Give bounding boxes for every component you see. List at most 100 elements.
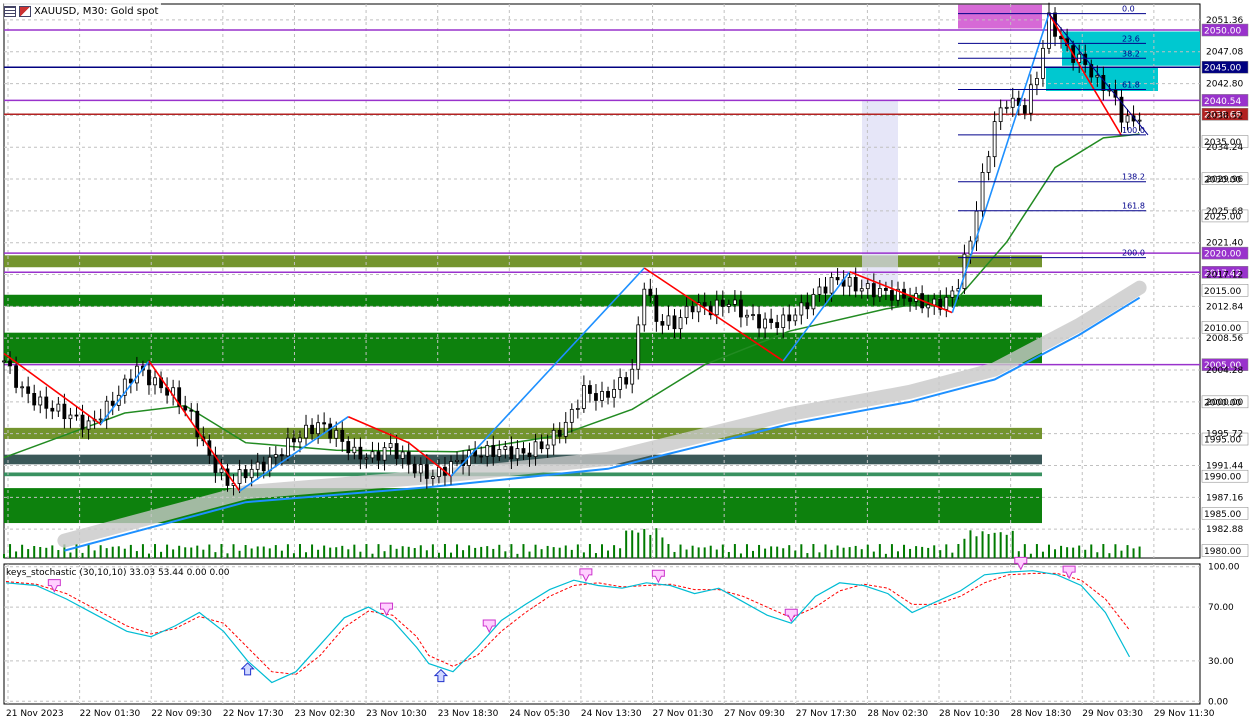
stoch-tick-label: 0.00 xyxy=(1208,697,1228,707)
time-tick-label: 22 Nov 01:30 xyxy=(80,709,141,719)
sell-arrow-icon xyxy=(651,569,665,584)
price-label: 2020.00 xyxy=(1204,250,1241,260)
volume-bar xyxy=(431,544,434,558)
candle-body xyxy=(835,277,840,281)
volume-bar xyxy=(75,544,78,558)
candle-body xyxy=(877,287,882,298)
candle-body xyxy=(285,437,290,457)
price-tick-label: 1995.72 xyxy=(1206,430,1243,440)
candle-body xyxy=(1107,89,1112,92)
volume-bar xyxy=(896,551,899,558)
candle-body xyxy=(68,414,73,420)
volume-bar xyxy=(752,550,755,558)
candle-body xyxy=(865,283,870,290)
sell-arrow-icon xyxy=(47,579,61,593)
candle-body xyxy=(110,400,115,406)
price-tick-label: 2025.68 xyxy=(1206,207,1243,217)
candle-body xyxy=(1004,106,1009,109)
candle-body xyxy=(642,288,647,326)
price-tick-label: 1991.44 xyxy=(1206,461,1243,471)
candle-body xyxy=(720,299,725,307)
volume-bar xyxy=(232,544,235,558)
stoch-tick-label: 30.00 xyxy=(1208,657,1234,667)
candle-body xyxy=(557,429,562,437)
volume-bar xyxy=(69,552,72,558)
candle-body xyxy=(86,420,91,430)
volume-bar xyxy=(39,547,42,558)
volume-bar xyxy=(353,544,356,558)
price-tick-label: 2017.12 xyxy=(1206,271,1243,281)
candle-body xyxy=(394,443,399,459)
candle-body xyxy=(823,286,828,294)
candle-body xyxy=(859,288,864,292)
chart-title: XAUUSD, M30: Gold spot xyxy=(34,5,159,17)
candle-body xyxy=(509,446,514,460)
volume-bar xyxy=(745,544,748,558)
chart-properties-icon[interactable] xyxy=(19,5,31,17)
price-label: 2040.54 xyxy=(1204,97,1241,107)
candle-body xyxy=(38,396,43,406)
volume-bar xyxy=(1108,553,1111,558)
candle-body xyxy=(50,407,55,412)
volume-bar xyxy=(1011,530,1014,558)
price-label: 2010.00 xyxy=(1204,324,1241,334)
candle-body xyxy=(32,393,37,406)
indicator-title: keys_stochastic (30,10,10) 33.03 53.44 0… xyxy=(6,568,230,578)
volume-bar xyxy=(558,547,561,558)
price-tick-label: 1982.88 xyxy=(1206,525,1243,535)
candle-body xyxy=(515,448,520,460)
volume-bar xyxy=(208,544,211,558)
candle-body xyxy=(437,466,441,478)
candle-body xyxy=(624,377,629,385)
volume-bar xyxy=(715,549,718,558)
candle-body xyxy=(980,172,985,212)
candle-body xyxy=(666,315,671,326)
volume-bar xyxy=(196,545,199,558)
candle-body xyxy=(485,445,490,457)
volume-bar xyxy=(764,548,767,558)
volume-bar xyxy=(184,547,187,558)
volume-bar xyxy=(419,545,422,558)
fib-level-label: 100.0 xyxy=(1122,126,1145,135)
volume-bar xyxy=(105,548,108,558)
volume-bar xyxy=(1035,544,1038,558)
candle-body xyxy=(998,107,1003,122)
candle-body xyxy=(352,446,357,454)
volume-bar xyxy=(286,544,289,558)
candle-body xyxy=(575,408,580,410)
time-tick-label: 27 Nov 09:30 xyxy=(724,709,785,719)
candle-body xyxy=(684,305,689,319)
volume-bar xyxy=(437,552,440,558)
volume-bar xyxy=(836,545,839,558)
stoch-main-line xyxy=(5,570,1131,684)
volume-bar xyxy=(141,544,144,558)
candle-body xyxy=(249,468,254,479)
fib-level-label: 38.2 xyxy=(1122,49,1140,58)
volume-bar xyxy=(190,547,193,558)
candle-body xyxy=(1010,97,1015,108)
volume-bar xyxy=(637,532,640,558)
candle-body xyxy=(932,298,937,306)
volume-bar xyxy=(691,545,694,558)
candle-body xyxy=(334,429,339,439)
time-tick-label: 27 Nov 01:30 xyxy=(653,709,714,719)
volume-bar xyxy=(800,544,803,558)
volume-bar xyxy=(866,544,869,558)
volume-bar xyxy=(697,547,700,558)
candle-body xyxy=(950,290,955,298)
volume-bar xyxy=(498,544,501,558)
volume-bar xyxy=(178,545,181,558)
candle-body xyxy=(787,314,792,322)
candle-body xyxy=(237,469,242,484)
volume-bar xyxy=(727,551,730,558)
time-tick-label: 28 Nov 18:30 xyxy=(1011,709,1072,719)
volume-bar xyxy=(703,547,706,558)
candle-body xyxy=(310,424,314,435)
menu-icon[interactable] xyxy=(4,5,16,17)
volume-bar xyxy=(576,544,579,558)
volume-bar xyxy=(15,551,18,558)
time-tick-label: 28 Nov 10:30 xyxy=(939,709,1000,719)
candle-body xyxy=(751,314,755,316)
stoch-signal-line xyxy=(5,572,1130,675)
candle-body xyxy=(853,277,858,292)
